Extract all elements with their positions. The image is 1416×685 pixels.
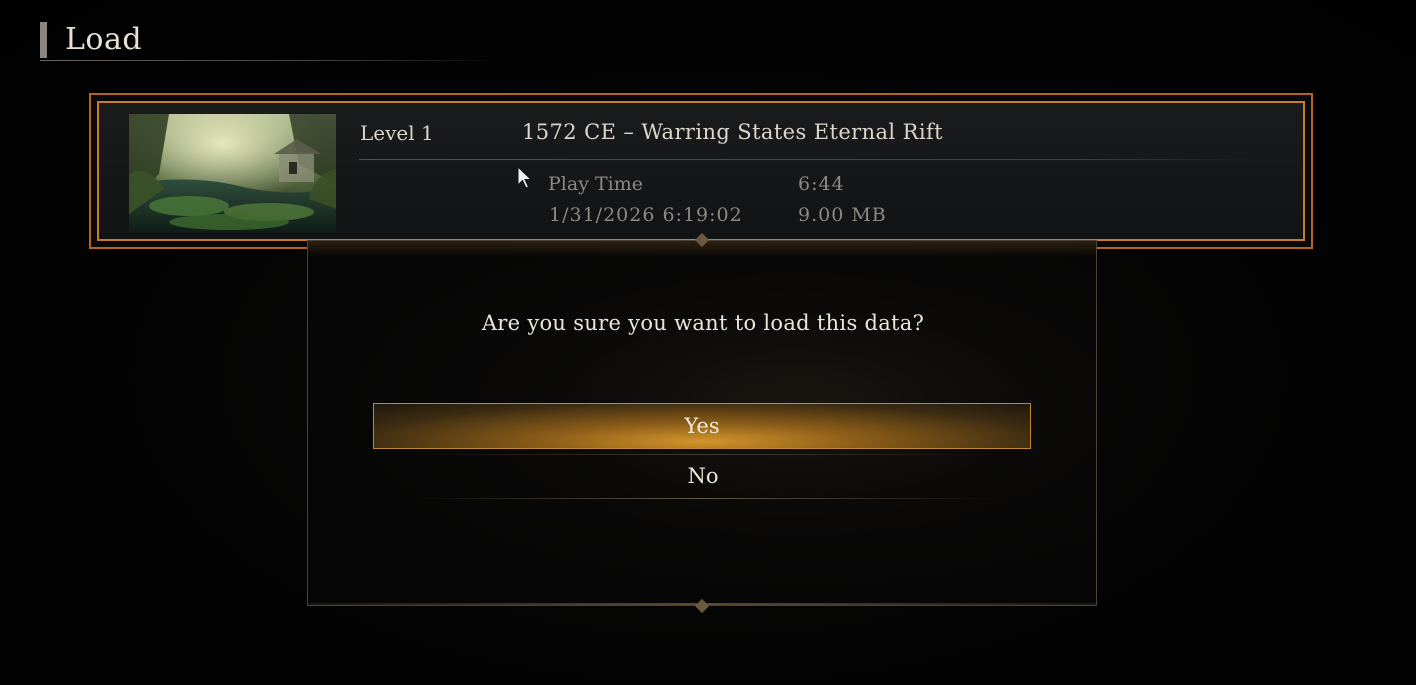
save-thumbnail: [129, 114, 336, 232]
save-date: 1/31/2026 6:19:02: [549, 204, 743, 226]
no-button-label: No: [687, 464, 719, 488]
save-size: 9.00 MB: [798, 204, 887, 226]
save-slot-divider: [359, 159, 1259, 160]
save-level: Level 1: [360, 121, 434, 145]
yes-button[interactable]: Yes: [373, 403, 1031, 449]
load-confirm-dialog: Are you sure you want to load this data?…: [307, 232, 1097, 614]
no-button[interactable]: No: [408, 453, 998, 499]
save-slot-inner: Level 1 1572 CE – Warring States Eternal…: [97, 101, 1305, 241]
save-slot[interactable]: Level 1 1572 CE – Warring States Eternal…: [89, 93, 1313, 249]
dialog-message: Are you sure you want to load this data?: [481, 311, 925, 335]
load-screen: Load Level 1 1572 CE – Warring States Et…: [0, 0, 1416, 685]
save-name: 1572 CE – Warring States Eternal Rift: [522, 120, 943, 144]
play-time-label: Play Time: [548, 173, 643, 195]
header-accent-bar: [40, 22, 47, 58]
page-header: Load: [40, 20, 500, 62]
dialog-bottom-notch-icon: [694, 598, 710, 614]
play-time-value: 6:44: [798, 173, 845, 195]
mouse-cursor-icon: [517, 166, 533, 189]
header-divider: [40, 60, 495, 61]
no-button-underline: [408, 498, 998, 499]
forest-ruins-thumbnail: [129, 114, 336, 232]
page-title: Load: [65, 22, 143, 57]
